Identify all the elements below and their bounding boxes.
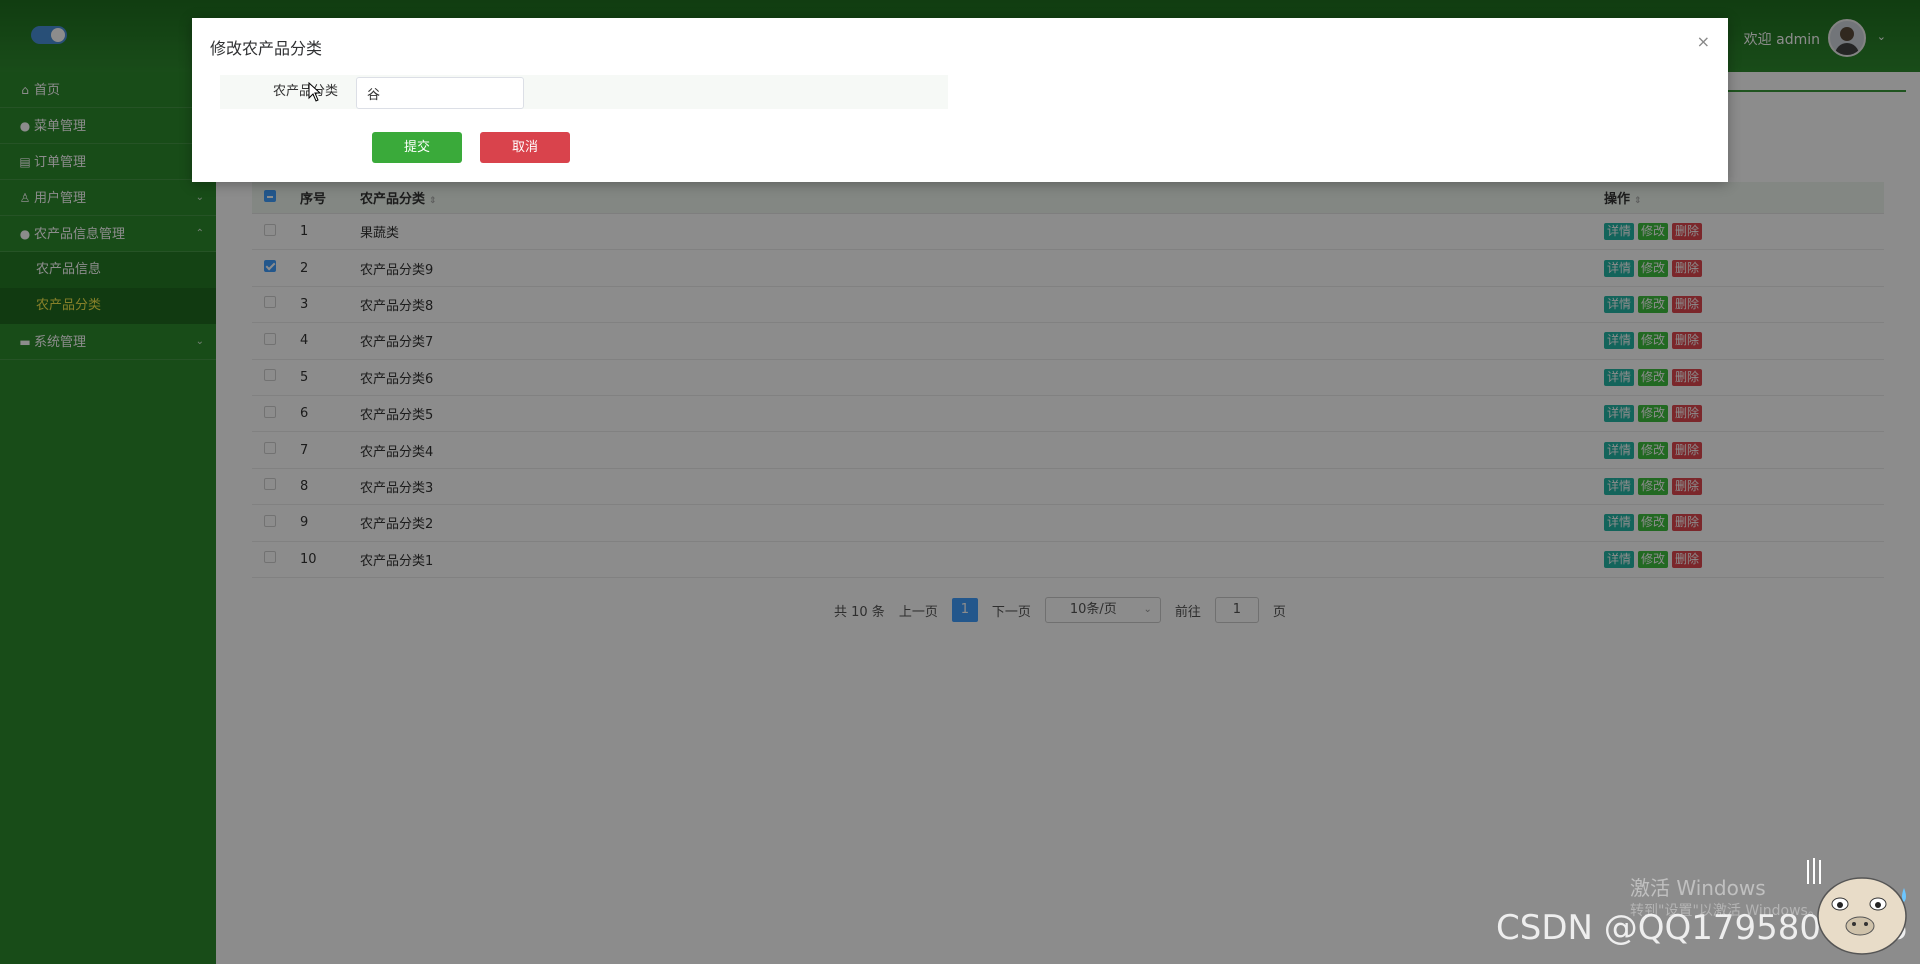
dialog-title: 修改农产品分类 [210, 39, 323, 58]
cancel-button[interactable]: 取消 [480, 132, 570, 163]
category-input[interactable] [356, 77, 524, 109]
close-icon[interactable]: × [1697, 32, 1710, 51]
windows-activation-title: 激活 Windows [1630, 876, 1766, 900]
edit-category-dialog: 修改农产品分类 × 农产品分类 提交 取消 [192, 18, 1728, 182]
submit-button[interactable]: 提交 [372, 132, 462, 163]
form-row-category: 农产品分类 [220, 75, 948, 109]
dog-mascot-icon [1800, 854, 1916, 960]
